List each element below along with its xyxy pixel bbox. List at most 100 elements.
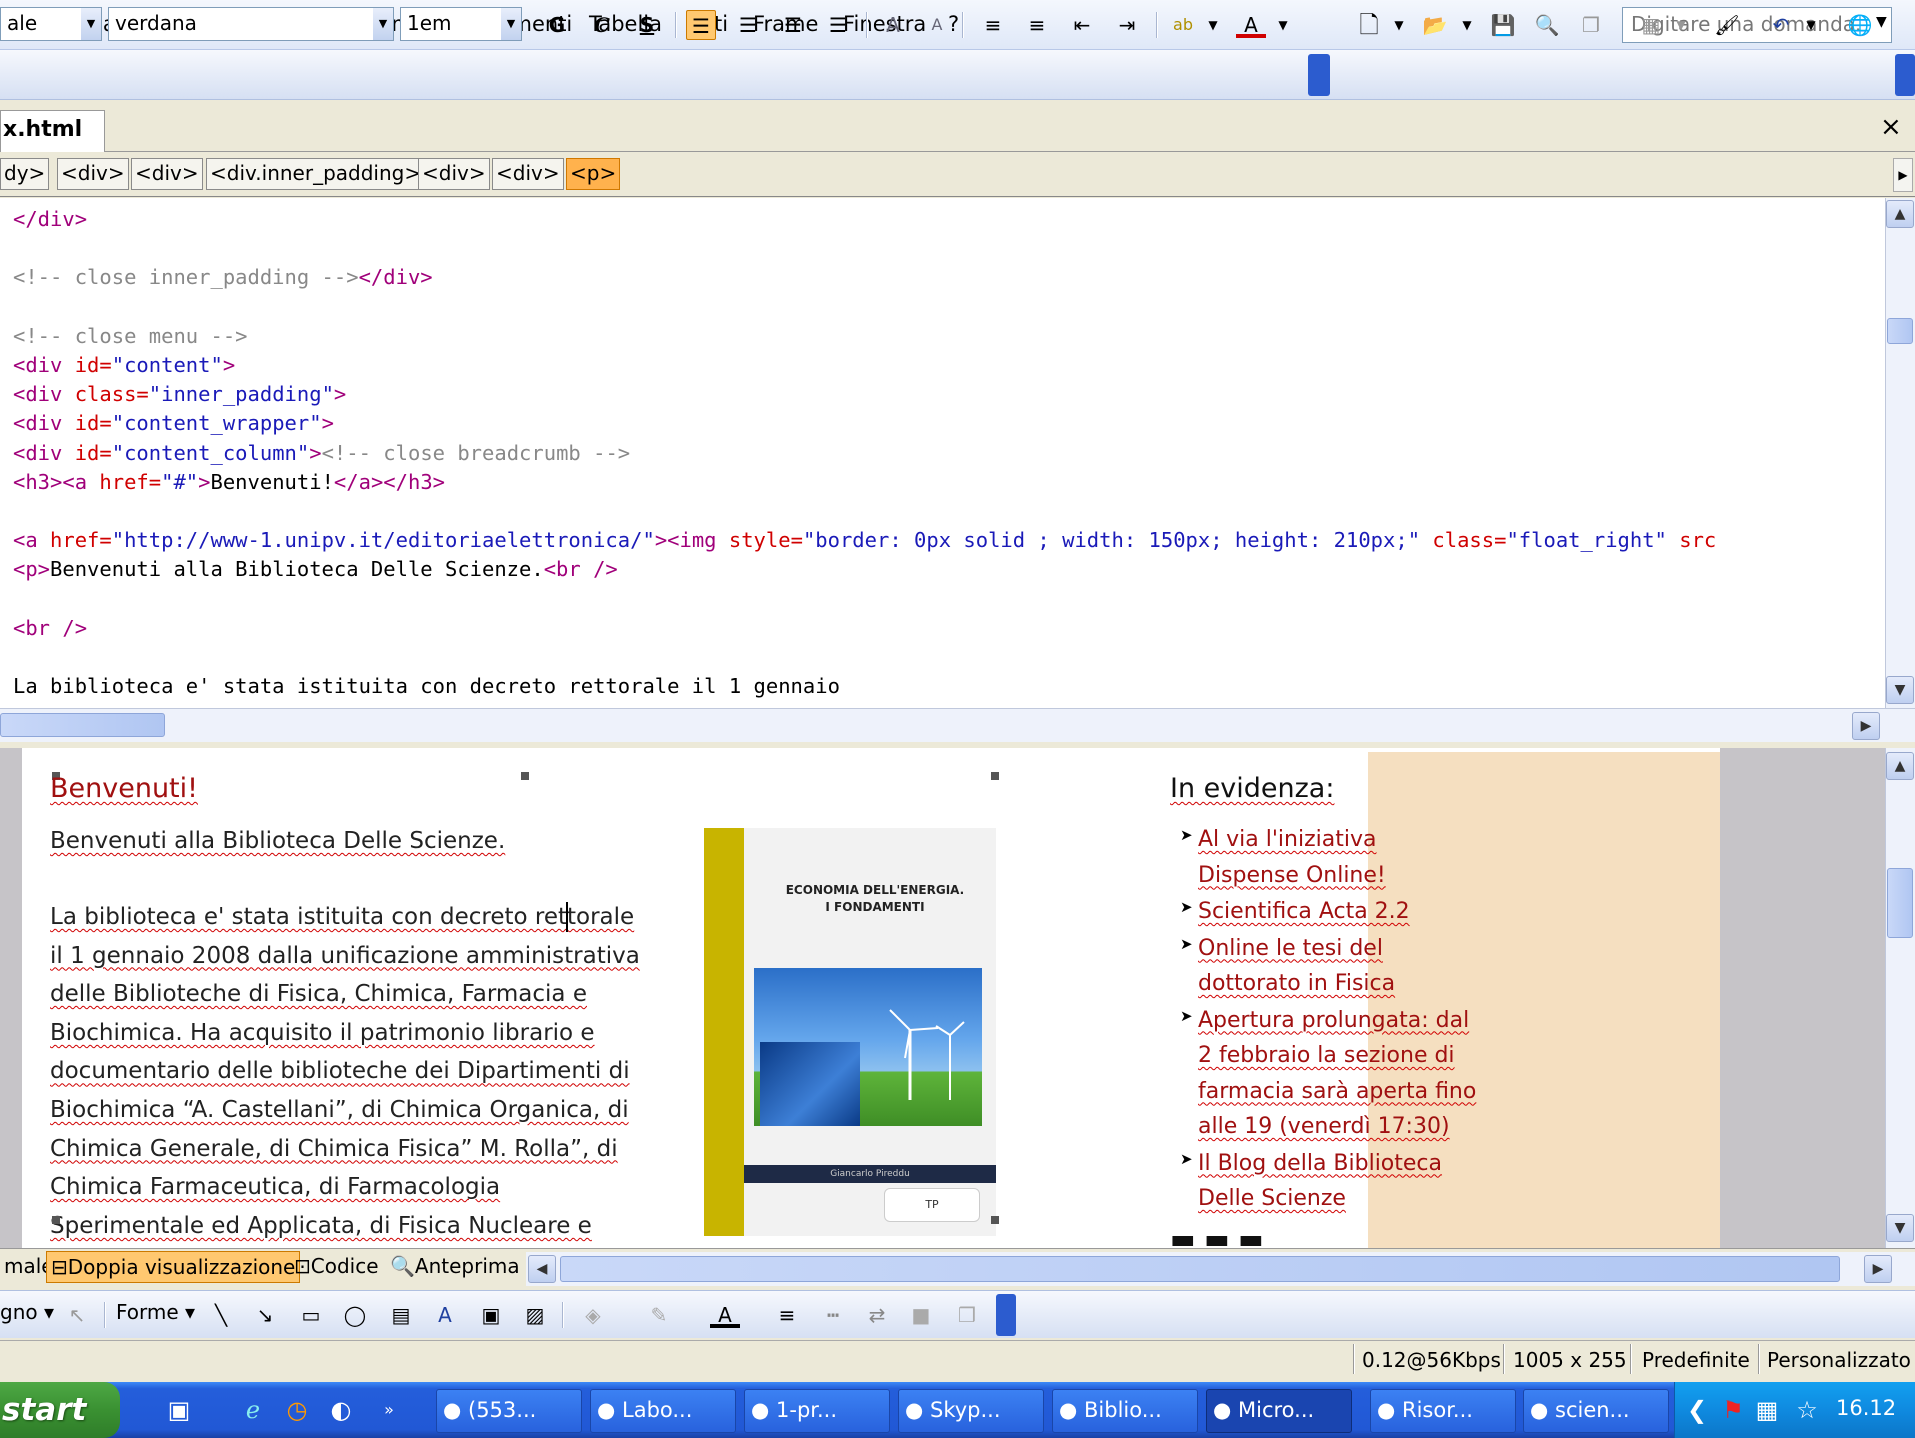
- chevron-down-icon[interactable]: ▼: [373, 8, 393, 40]
- rectangle-button[interactable]: ▭: [296, 1300, 326, 1330]
- italic-button[interactable]: C: [587, 10, 617, 40]
- scroll-up-button[interactable]: ▲: [1886, 200, 1914, 228]
- body-line[interactable]: il 1 gennaio 2008 dalla unificazione amm…: [50, 937, 640, 976]
- font-size-select[interactable]: 1em ▼: [400, 7, 522, 41]
- undo-dropdown[interactable]: ▼: [1796, 10, 1826, 40]
- scroll-thumb[interactable]: [560, 1256, 1840, 1282]
- font-select[interactable]: verdana ▼: [108, 7, 394, 41]
- flag-icon[interactable]: ⚑: [1716, 1393, 1750, 1427]
- undo-button[interactable]: ↶: [1766, 10, 1796, 40]
- tab-split-view[interactable]: ⊟Doppia visualizzazione: [46, 1251, 301, 1283]
- new-document-button[interactable]: 🗋: [1354, 10, 1384, 40]
- taskbar-task-button[interactable]: ● Labo...: [590, 1389, 736, 1433]
- tag-selector-item[interactable]: <div>: [57, 158, 129, 190]
- toolbar-options-grip[interactable]: [1895, 54, 1915, 96]
- taskbar-task-button[interactable]: ● Risor...: [1370, 1389, 1516, 1433]
- draw-menu-button[interactable]: gno ▾: [0, 1300, 54, 1324]
- tag-scroll-right[interactable]: ▶: [1893, 158, 1913, 192]
- document-tab[interactable]: x.html: [0, 110, 105, 152]
- open-button[interactable]: 📂: [1420, 10, 1450, 40]
- design-horizontal-scrollbar[interactable]: ◀ ▶: [526, 1252, 1915, 1286]
- justify-button[interactable]: ☰: [823, 10, 853, 40]
- aside-link[interactable]: Scientifica Acta 2.2: [1198, 894, 1498, 930]
- clipart-button[interactable]: ▣: [476, 1300, 506, 1330]
- select-objects-button[interactable]: ↖: [62, 1300, 92, 1330]
- selection-handle[interactable]: [521, 772, 529, 780]
- code-line[interactable]: <div id="content_wrapper">: [13, 409, 334, 438]
- aside-link[interactable]: 2 febbraio la sezione di: [1198, 1038, 1498, 1074]
- shadow-button[interactable]: ■: [906, 1300, 936, 1330]
- network-icon[interactable]: ▦: [1750, 1393, 1784, 1427]
- align-right-button[interactable]: ☰: [778, 10, 808, 40]
- underline-button[interactable]: S: [632, 10, 662, 40]
- bullet-list-button[interactable]: ≡: [1022, 10, 1052, 40]
- selection-handle[interactable]: [52, 1216, 60, 1224]
- insert-table-dropdown[interactable]: ▼: [1666, 10, 1696, 40]
- scroll-up-button[interactable]: ▲: [1886, 752, 1914, 780]
- style-select[interactable]: ale ▼: [0, 7, 102, 41]
- autoshapes-menu-button[interactable]: Forme ▾: [116, 1300, 195, 1324]
- aside-link[interactable]: Delle Scienze: [1198, 1181, 1498, 1217]
- textbox-button[interactable]: ▤: [386, 1300, 416, 1330]
- quicklaunch-more-icon[interactable]: »: [372, 1393, 406, 1427]
- taskbar-task-button[interactable]: ● Skyp...: [898, 1389, 1044, 1433]
- line-color-button[interactable]: ✎: [644, 1300, 674, 1330]
- scroll-thumb[interactable]: [1887, 868, 1913, 938]
- outdent-button[interactable]: ⇤: [1067, 10, 1097, 40]
- highlight-button[interactable]: ab: [1168, 10, 1198, 40]
- arrow-style-button[interactable]: ⇄: [862, 1300, 892, 1330]
- taskbar-task-button[interactable]: ● Micro...: [1206, 1389, 1352, 1433]
- aside-link[interactable]: Al via l'iniziativa: [1198, 822, 1498, 858]
- taskbar-task-button[interactable]: ● (553...: [436, 1389, 582, 1433]
- code-line[interactable]: <a href="http://www-1.unipv.it/editoriae…: [13, 526, 1716, 555]
- tab-code[interactable]: ⊡Codice: [290, 1251, 383, 1283]
- code-line[interactable]: <p>Benvenuti alla Biblioteca Delle Scien…: [13, 555, 618, 584]
- design-vertical-scrollbar[interactable]: ▲ ▼: [1885, 748, 1915, 1248]
- find-button[interactable]: 🔍: [1532, 10, 1562, 40]
- fill-color-button[interactable]: ◈: [578, 1300, 608, 1330]
- help-dropdown-arrow[interactable]: ▼: [1876, 14, 1887, 30]
- body-line[interactable]: delle Biblioteche di Fisica, Chimica, Fa…: [50, 975, 587, 1014]
- scroll-down-button[interactable]: ▼: [1886, 676, 1914, 704]
- code-vertical-scrollbar[interactable]: ▲ ▼: [1885, 198, 1915, 708]
- selection-handle[interactable]: [991, 772, 999, 780]
- arrow-button[interactable]: ↘: [250, 1300, 280, 1330]
- taskbar-task-button[interactable]: ● scien...: [1523, 1389, 1669, 1433]
- code-line[interactable]: <div class="inner_padding">: [13, 380, 346, 409]
- code-line[interactable]: <!-- close menu -->: [13, 322, 248, 351]
- ie-icon[interactable]: ℯ: [236, 1393, 270, 1427]
- code-view[interactable]: </div> <!-- close inner_padding --></div>…: [0, 198, 1885, 708]
- aside-link[interactable]: Dispense Online!: [1198, 858, 1498, 894]
- shrink-font-button[interactable]: A: [922, 10, 952, 40]
- open-dropdown[interactable]: ▼: [1452, 10, 1482, 40]
- numbered-list-button[interactable]: ≡: [978, 10, 1008, 40]
- body-line[interactable]: Biochimica “A. Castellani”, di Chimica O…: [50, 1091, 629, 1130]
- aside-link[interactable]: dottorato in Fisica: [1198, 966, 1498, 1002]
- scroll-right-button[interactable]: ▶: [1864, 1255, 1892, 1283]
- scroll-down-button[interactable]: ▼: [1886, 1214, 1914, 1242]
- style-mode-status[interactable]: Predefinite: [1642, 1348, 1750, 1372]
- line-style-button[interactable]: ≡: [772, 1300, 802, 1330]
- font-color-button[interactable]: A: [1236, 10, 1266, 38]
- body-line[interactable]: documentario delle biblioteche dei Dipar…: [50, 1052, 630, 1091]
- aside-link[interactable]: farmacia sarà aperta fino: [1198, 1074, 1498, 1110]
- tab-preview[interactable]: 🔍Anteprima: [386, 1251, 524, 1283]
- scroll-right-button[interactable]: ▶: [1852, 712, 1880, 740]
- code-line[interactable]: <div id="content">: [13, 351, 235, 380]
- tag-selector-item[interactable]: <div>: [492, 158, 564, 190]
- align-center-button[interactable]: ☰: [733, 10, 763, 40]
- toolbar-options-grip[interactable]: [1308, 54, 1330, 96]
- body-line[interactable]: La biblioteca e' stata istituita con dec…: [50, 898, 634, 937]
- chevron-down-icon[interactable]: ▼: [81, 8, 101, 40]
- taskbar-task-button[interactable]: ● Biblio...: [1052, 1389, 1198, 1433]
- code-line[interactable]: <h3><a href="#">Benvenuti!</a></h3>: [13, 468, 445, 497]
- scroll-thumb[interactable]: [0, 713, 165, 737]
- tag-selector-item[interactable]: dy>: [0, 158, 50, 190]
- insert-table-button[interactable]: ▦: [1636, 10, 1666, 40]
- bold-button[interactable]: G: [542, 10, 572, 40]
- custom-mode-status[interactable]: Personalizzato: [1767, 1348, 1911, 1372]
- tag-selector-item[interactable]: <p>: [566, 158, 621, 190]
- code-line[interactable]: <div id="content_column"><!-- close brea…: [13, 439, 630, 468]
- text-color-button[interactable]: A: [710, 1300, 740, 1328]
- format-painter-button[interactable]: 🖌: [1712, 10, 1742, 40]
